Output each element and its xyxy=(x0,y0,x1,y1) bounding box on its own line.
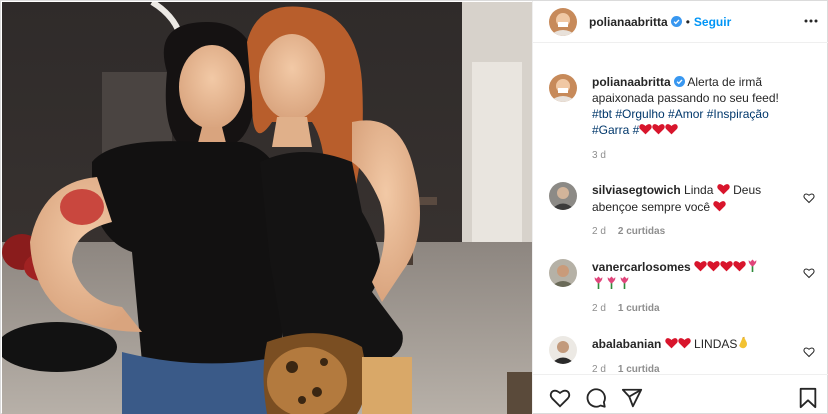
comment-likes[interactable]: 1 curtida xyxy=(618,364,660,374)
comment-body-part: Linda xyxy=(684,183,714,197)
red-heart-emoji xyxy=(665,123,679,139)
share-icon[interactable] xyxy=(621,387,643,409)
comment-item: abalabanian LINDAS 2 d 1 curtida xyxy=(549,336,819,374)
red-heart-emoji xyxy=(720,260,733,276)
red-heart-emoji xyxy=(639,123,653,139)
verified-badge-icon xyxy=(670,16,682,27)
comment-time: 2 d xyxy=(592,364,606,374)
bookmark-icon[interactable] xyxy=(797,387,819,409)
comment-likes[interactable]: 2 curtidas xyxy=(618,226,665,237)
red-heart-emoji xyxy=(707,260,720,276)
heart-icon[interactable] xyxy=(803,267,815,279)
red-heart-emoji xyxy=(694,260,707,276)
comment-username[interactable]: silviasegtowich xyxy=(592,183,681,197)
caption-time: 3 d xyxy=(592,150,606,161)
caption-timestamp: 3 d xyxy=(592,150,606,161)
comments-list[interactable]: polianaabritta Alerta de irmã apaixonada… xyxy=(533,61,828,374)
avatar[interactable] xyxy=(549,336,577,364)
comment-item: vanercarlosomes 2 d 1 curtida xyxy=(549,259,819,319)
comment-likes[interactable]: 1 curtida xyxy=(618,303,660,314)
verified-badge-icon xyxy=(673,76,685,87)
more-options-icon[interactable] xyxy=(803,13,819,29)
tulip-emoji xyxy=(592,276,605,293)
caption: polianaabritta Alerta de irmã apaixonada… xyxy=(549,74,819,164)
comment-username[interactable]: vanercarlosomes xyxy=(592,260,691,274)
tulip-emoji xyxy=(605,276,618,293)
instagram-post: polianaabritta • Seguir polianaabritta Ale… xyxy=(0,0,828,414)
comment-meta: 2 d 1 curtida xyxy=(592,364,660,374)
clapping-hands-emoji xyxy=(737,336,750,353)
post-side-panel: polianaabritta • Seguir polianaabritta Ale… xyxy=(532,1,828,414)
red-heart-emoji xyxy=(664,337,678,353)
comment-time: 2 d xyxy=(592,226,606,237)
post-photo[interactable] xyxy=(2,2,532,414)
red-heart-emoji xyxy=(713,200,727,216)
comment-text: silviasegtowich Linda Deus abençoe sempr… xyxy=(592,182,802,216)
tulip-emoji xyxy=(746,259,759,276)
red-heart-emoji xyxy=(652,123,666,139)
action-bar xyxy=(533,374,828,414)
photo-illustration xyxy=(2,2,532,414)
comment-meta: 2 d 1 curtida xyxy=(592,303,660,314)
avatar[interactable] xyxy=(549,182,577,210)
red-heart-emoji xyxy=(717,183,730,199)
post-header: polianaabritta • Seguir xyxy=(533,1,828,43)
comment-icon[interactable] xyxy=(585,387,607,409)
comment-body-part: LINDAS xyxy=(694,337,738,351)
comment-time: 2 d xyxy=(592,303,606,314)
avatar[interactable] xyxy=(549,74,577,102)
avatar[interactable] xyxy=(549,8,577,36)
caption-hashtags[interactable]: #tbt #Orgulho #Amor #Inspiração #Garra # xyxy=(592,107,769,137)
caption-text: polianaabritta Alerta de irmã apaixonada… xyxy=(592,74,802,139)
comment-username[interactable]: abalabanian xyxy=(592,337,661,351)
comment-item: silviasegtowich Linda Deus abençoe sempr… xyxy=(549,182,819,242)
comment-text: abalabanian LINDAS xyxy=(592,336,802,353)
avatar[interactable] xyxy=(549,259,577,287)
heart-icon[interactable] xyxy=(549,387,571,409)
heart-icon[interactable] xyxy=(803,346,815,358)
post-author-username[interactable]: polianaabritta xyxy=(589,15,668,29)
tulip-emoji xyxy=(618,276,631,293)
caption-username[interactable]: polianaabritta xyxy=(592,75,671,89)
comment-text: vanercarlosomes xyxy=(592,259,802,293)
heart-icon[interactable] xyxy=(803,192,815,204)
red-heart-emoji xyxy=(677,337,691,353)
comment-meta: 2 d 2 curtidas xyxy=(592,226,665,237)
red-heart-emoji xyxy=(733,260,746,276)
follow-button[interactable]: Seguir xyxy=(694,15,731,29)
separator-dot: • xyxy=(685,15,690,29)
